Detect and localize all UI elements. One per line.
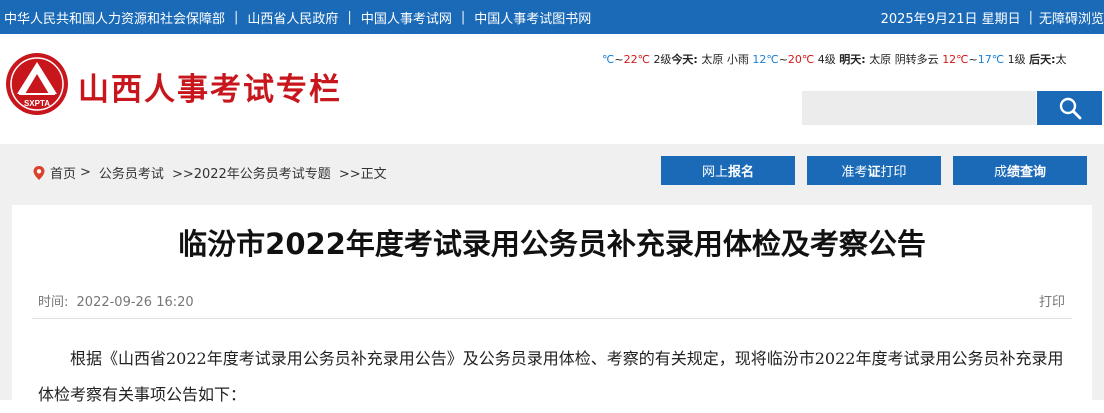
weather-fragment-wind: 2级 xyxy=(653,53,672,66)
weather-tomorrow-wind: 1级 xyxy=(1007,53,1026,66)
top-separator: | xyxy=(460,9,466,25)
weather-tomorrow-low: 12℃ xyxy=(942,53,969,66)
weather-tomorrow-high: 17℃ xyxy=(977,53,1005,66)
publish-time: 2022-09-26 16:20 xyxy=(76,295,194,310)
top-separator: | xyxy=(234,9,239,25)
site-header: SXPTA 山西人事考试专栏 ℃~22℃ 2级今天: 太原 小雨 12℃~20℃… xyxy=(0,34,1104,144)
breadcrumb: 首页 > 公务员考试 >>2022年公务员考试专题 >>正文 xyxy=(32,163,387,182)
weather-today-condition: 小雨 xyxy=(726,53,749,66)
button-label-part: 成 xyxy=(993,165,1007,180)
weather-after-label: 后天: xyxy=(1029,53,1056,66)
top-right: 2025年9月21日 星期日 | 无障碍浏览 xyxy=(881,0,1104,34)
print-link[interactable]: 打印 xyxy=(1039,291,1065,310)
time-label: 时间: xyxy=(38,295,69,310)
button-label-bold: 报名 xyxy=(728,165,755,180)
admission-ticket-print-button[interactable]: 准考证打印 xyxy=(807,156,941,185)
link-cpta[interactable]: 中国人事考试网 xyxy=(361,8,452,27)
score-query-button[interactable]: 成绩查询 xyxy=(953,156,1087,185)
search-icon xyxy=(1059,97,1081,120)
button-label-part: 准考 xyxy=(841,165,868,180)
breadcrumb-home[interactable]: 首页 xyxy=(50,163,76,182)
weather-today-label: 今天: xyxy=(671,53,698,66)
weather-fragment-low: ℃ xyxy=(602,53,615,66)
button-label-part: 打印 xyxy=(880,165,907,180)
logo-emblem-icon[interactable]: SXPTA xyxy=(5,52,69,116)
weather-today-low: 12℃ xyxy=(752,53,779,66)
top-separator: | xyxy=(347,9,352,25)
site-title[interactable]: 山西人事考试专栏 xyxy=(78,64,342,109)
article-title: 临汾市2022年度考试录用公务员补充录用体检及考察公告 xyxy=(178,227,926,261)
weather-strip: ℃~22℃ 2级今天: 太原 小雨 12℃~20℃ 4级 明天: 太原 阴转多云… xyxy=(602,51,1067,67)
breadcrumb-current: >>正文 xyxy=(338,167,387,182)
article: 临汾市2022年度考试录用公务员补充录用体检及考察公告 时间: 2022-09-… xyxy=(12,205,1092,404)
search-button[interactable] xyxy=(1037,91,1102,125)
article-meta: 时间: 2022-09-26 16:20 xyxy=(38,291,194,310)
top-bar: 中华人民共和国人力资源和社会保障部 | 山西省人民政府 | 中国人事考试网 | … xyxy=(0,0,1104,34)
search-input[interactable] xyxy=(802,91,1036,125)
button-label-bold: 证 xyxy=(867,165,881,180)
weather-today-city: 太原 xyxy=(701,53,724,66)
top-separator: | xyxy=(1028,9,1033,25)
weather-tomorrow-city: 太原 xyxy=(869,53,892,66)
location-pin-icon xyxy=(33,165,45,180)
breadcrumb-2022-topic[interactable]: >>2022年公务员考试专题 xyxy=(172,163,331,182)
button-label-bold: 绩查询 xyxy=(1007,165,1047,180)
breadcrumb-civil-exam[interactable]: 公务员考试 xyxy=(99,163,164,182)
accessibility-link[interactable]: 无障碍浏览 xyxy=(1039,8,1104,27)
link-shanxi-gov[interactable]: 山西省人民政府 xyxy=(247,8,338,27)
link-cpta-books[interactable]: 中国人事考试图书网 xyxy=(474,8,591,27)
weather-tomorrow-condition: 阴转多云 xyxy=(894,53,939,66)
online-registration-button[interactable]: 网上 报名 xyxy=(661,156,795,185)
article-body: 根据《山西省2022年度考试录用公务员补充录用公告》及公务员录用体检、考察的有关… xyxy=(38,349,1064,404)
weather-today-wind: 4级 xyxy=(817,53,836,66)
weather-tomorrow-label: 明天: xyxy=(839,53,866,66)
article-divider xyxy=(32,318,1072,319)
link-mohrss[interactable]: 中华人民共和国人力资源和社会保障部 xyxy=(4,8,225,27)
top-links: 中华人民共和国人力资源和社会保障部 | 山西省人民政府 | 中国人事考试网 | … xyxy=(4,0,591,34)
breadcrumb-separator: > xyxy=(80,165,91,180)
weather-today-high: 20℃ xyxy=(787,53,815,66)
button-label-part: 网上 xyxy=(701,165,728,180)
weather-tilde: ~ xyxy=(778,53,788,66)
weather-fragment-high: 22℃ xyxy=(623,53,650,66)
weather-tilde: ~ xyxy=(968,53,978,66)
current-date: 2025年9月21日 星期日 xyxy=(880,11,1021,27)
weather-after-city: 太 xyxy=(1055,53,1067,66)
logo-text: SXPTA xyxy=(24,99,50,108)
weather-tilde: ~ xyxy=(614,53,624,66)
